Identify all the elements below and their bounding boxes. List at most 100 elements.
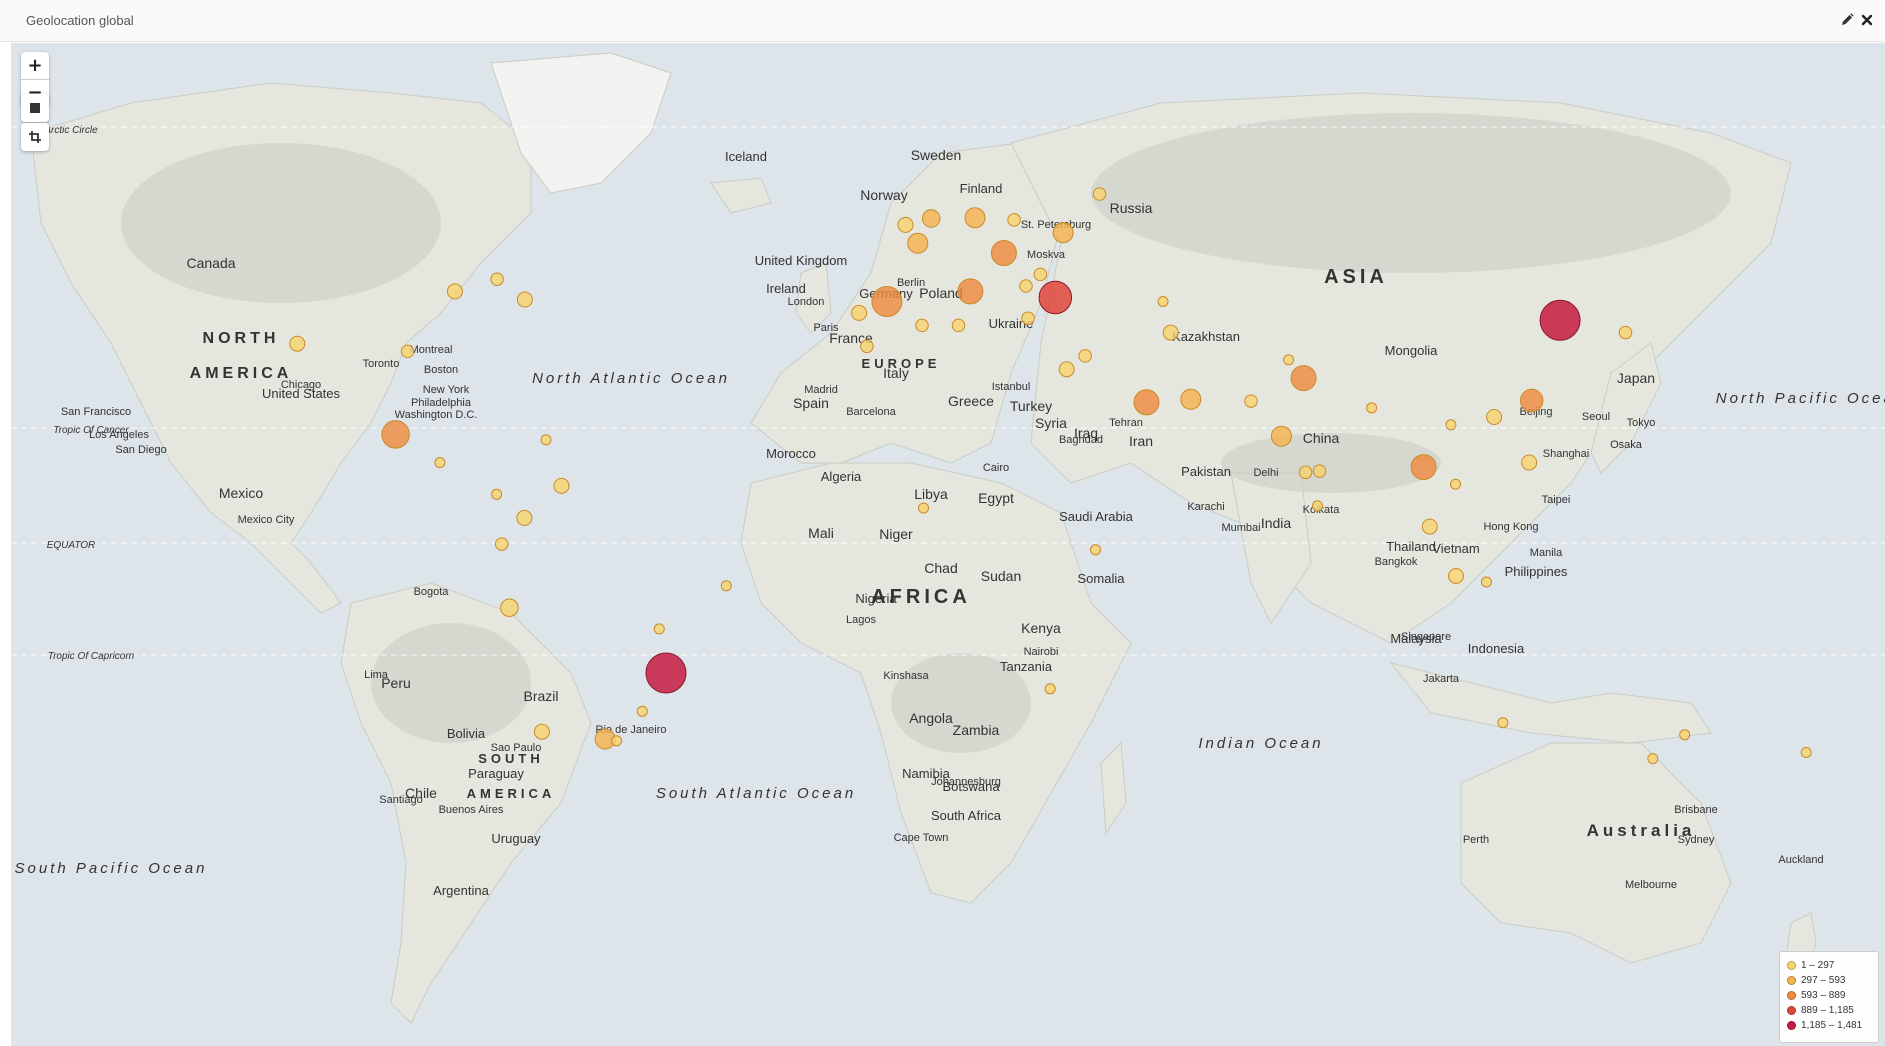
region-label: AMERICA bbox=[190, 365, 293, 382]
marker-taipei[interactable] bbox=[1519, 388, 1544, 413]
country-label: United Kingdom bbox=[755, 253, 848, 268]
marker-jakarta[interactable] bbox=[1448, 568, 1464, 584]
marker-cairo[interactable] bbox=[1058, 361, 1075, 378]
marker-kyiv[interactable] bbox=[1052, 222, 1074, 244]
legend-swatch bbox=[1787, 1021, 1796, 1030]
marker-guatemala[interactable] bbox=[434, 457, 446, 468]
marker-lisboa[interactable] bbox=[851, 304, 868, 321]
marker-johannesburg[interactable] bbox=[1044, 683, 1056, 695]
marker-porto-alegre[interactable] bbox=[636, 705, 648, 717]
city-label: Shanghai bbox=[1543, 448, 1590, 460]
legend-item: 889 – 1,185 bbox=[1787, 1003, 1871, 1018]
marker-madrid[interactable] bbox=[871, 286, 903, 317]
marker-quito[interactable] bbox=[494, 537, 509, 551]
marker-moskva[interactable] bbox=[1092, 187, 1107, 201]
marker-chicago[interactable] bbox=[446, 283, 463, 300]
marker-algiers[interactable] bbox=[915, 318, 929, 333]
marker-los-angeles[interactable] bbox=[289, 335, 306, 352]
marker-nairobi[interactable] bbox=[1090, 544, 1101, 556]
marker-london[interactable] bbox=[897, 216, 914, 233]
city-label: Manila bbox=[1530, 547, 1563, 559]
country-label: Bolivia bbox=[447, 726, 486, 741]
map-canvas[interactable]: NORTHAMERICASOUTHAMERICAEUROPEAFRICAASIA… bbox=[11, 43, 1885, 1046]
marker-budapest[interactable] bbox=[990, 240, 1017, 266]
crop-button[interactable] bbox=[21, 123, 49, 151]
city-label: Madrid bbox=[804, 384, 838, 396]
marker-santo-domingo[interactable] bbox=[540, 434, 552, 446]
country-label: Mongolia bbox=[1385, 343, 1439, 358]
marker-paris[interactable] bbox=[907, 232, 929, 254]
draw-rectangle-button[interactable] bbox=[21, 94, 49, 122]
marker-tel-aviv[interactable] bbox=[1078, 349, 1092, 363]
marker-caracas[interactable] bbox=[553, 477, 570, 494]
marker-manila[interactable] bbox=[1521, 454, 1538, 471]
marker-mumbai[interactable] bbox=[1270, 425, 1292, 447]
marker-ho-chi-minh[interactable] bbox=[1450, 478, 1461, 490]
marker-dubai[interactable] bbox=[1180, 388, 1202, 410]
marker-auckland[interactable] bbox=[1800, 747, 1812, 758]
marker-warsaw[interactable] bbox=[1007, 213, 1021, 227]
ocean-label: Indian Ocean bbox=[1198, 735, 1323, 752]
marker-dallas[interactable] bbox=[400, 344, 415, 359]
marker-istanbul[interactable] bbox=[1038, 280, 1073, 315]
close-icon[interactable] bbox=[1858, 11, 1876, 29]
marker-karachi[interactable] bbox=[1244, 394, 1258, 408]
marker-bangkok[interactable] bbox=[1410, 454, 1437, 481]
marker-dhaka[interactable] bbox=[1366, 402, 1378, 414]
marker-sydney[interactable] bbox=[1679, 729, 1691, 741]
marker-hong-kong[interactable] bbox=[1486, 409, 1503, 425]
legend-item: 593 – 889 bbox=[1787, 988, 1871, 1003]
marker-lagos[interactable] bbox=[918, 502, 929, 514]
marker-tokyo[interactable] bbox=[1618, 325, 1633, 340]
city-label: Philadelphia bbox=[411, 397, 472, 409]
marker-colombo[interactable] bbox=[1312, 500, 1323, 512]
marker-santiago[interactable] bbox=[533, 723, 550, 740]
marker-mexico-city[interactable] bbox=[381, 420, 410, 449]
city-label: Sao Paulo bbox=[491, 742, 542, 754]
marker-berlin[interactable] bbox=[964, 207, 986, 229]
marker-rome[interactable] bbox=[957, 278, 984, 305]
country-label: Morocco bbox=[766, 446, 816, 461]
marker-riyadh[interactable] bbox=[1133, 389, 1160, 416]
marker-kuala-lumpur[interactable] bbox=[1421, 518, 1438, 535]
city-label: Johannesburg bbox=[931, 776, 1001, 788]
marker-lahore[interactable] bbox=[1283, 354, 1295, 366]
marker-bogota[interactable] bbox=[516, 509, 533, 526]
marker-bengaluru[interactable] bbox=[1298, 465, 1313, 480]
marker-melbourne[interactable] bbox=[1647, 753, 1659, 765]
country-label: Niger bbox=[879, 526, 913, 542]
city-label: Seoul bbox=[1582, 411, 1610, 423]
legend-item: 1 – 297 bbox=[1787, 958, 1871, 973]
marker-montevideo[interactable] bbox=[611, 735, 623, 747]
ocean-label: North Pacific Ocean bbox=[1716, 390, 1885, 407]
marker-bucharest[interactable] bbox=[1033, 267, 1048, 282]
marker-amsterdam[interactable] bbox=[921, 209, 941, 228]
country-label: Brazil bbox=[523, 688, 558, 704]
marker-surabaya[interactable] bbox=[1480, 576, 1492, 588]
marker-tunis[interactable] bbox=[951, 318, 966, 333]
country-label: Algeria bbox=[821, 469, 862, 484]
marker-athens[interactable] bbox=[1021, 311, 1035, 325]
marker-sao-paulo[interactable] bbox=[645, 652, 687, 694]
world-map[interactable]: NORTH AMERICA SOUTH AMERICA EUROPE AFRICA ASIA… bbox=[11, 43, 1885, 1046]
marker-panama[interactable] bbox=[491, 488, 503, 500]
marker-perth[interactable] bbox=[1497, 717, 1509, 729]
marker-delhi[interactable] bbox=[1290, 365, 1317, 392]
marker-recife[interactable] bbox=[720, 580, 732, 592]
pencil-icon[interactable] bbox=[1838, 11, 1856, 29]
zoom-in-button[interactable]: + bbox=[21, 52, 49, 80]
marker-brasilia[interactable] bbox=[653, 623, 665, 635]
marker-casablanca[interactable] bbox=[860, 339, 874, 354]
city-label: Chicago bbox=[281, 379, 321, 391]
marker-tehran[interactable] bbox=[1162, 324, 1179, 341]
marker-baku[interactable] bbox=[1157, 296, 1169, 307]
marker-toronto[interactable] bbox=[490, 272, 504, 286]
marker-lima[interactable] bbox=[500, 598, 519, 617]
country-label: Japan bbox=[1617, 370, 1655, 386]
marker-sofia[interactable] bbox=[1019, 279, 1033, 293]
marker-new-york[interactable] bbox=[516, 291, 533, 308]
country-label: Chad bbox=[924, 560, 957, 576]
marker-hanoi[interactable] bbox=[1445, 419, 1457, 431]
marker-seoul[interactable] bbox=[1539, 299, 1581, 341]
marker-chennai[interactable] bbox=[1312, 464, 1327, 478]
